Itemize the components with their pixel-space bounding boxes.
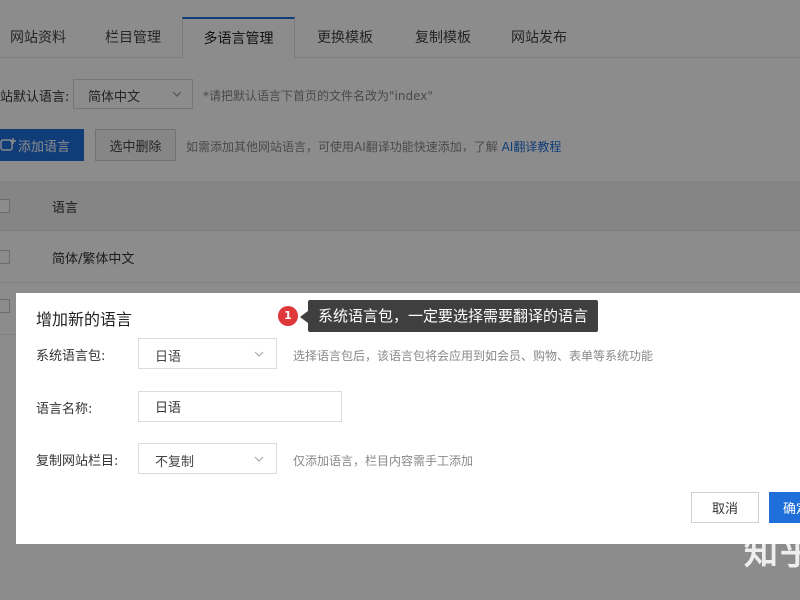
- copy-columns-select[interactable]: 不复制: [138, 443, 277, 474]
- language-name-label: 语言名称:: [36, 402, 93, 417]
- copy-columns-hint: 仅添加语言，栏目内容需手工添加: [293, 454, 474, 468]
- language-pack-hint: 选择语言包后，该语言包将会应用到如会员、购物、表单等系统功能: [293, 349, 654, 363]
- cancel-button[interactable]: 取消: [691, 492, 759, 523]
- copy-columns-label: 复制网站栏目:: [36, 454, 119, 469]
- language-pack-select[interactable]: 日语: [138, 338, 277, 369]
- tooltip-arrow: [300, 311, 308, 323]
- chevron-down-icon: [254, 351, 264, 357]
- confirm-button[interactable]: 确定: [769, 492, 800, 523]
- chevron-down-icon: [254, 456, 264, 462]
- step-badge: 1: [278, 306, 298, 326]
- language-pack-label: 系统语言包:: [36, 349, 106, 364]
- zhihu-watermark: 知乎: [744, 533, 800, 573]
- dialog-title: 增加新的语言: [36, 310, 133, 329]
- copy-columns-value: 不复制: [155, 455, 195, 470]
- annotation-tooltip: 系统语言包，一定要选择需要翻译的语言: [308, 300, 599, 332]
- language-name-input[interactable]: [138, 391, 342, 422]
- language-pack-value: 日语: [155, 350, 182, 365]
